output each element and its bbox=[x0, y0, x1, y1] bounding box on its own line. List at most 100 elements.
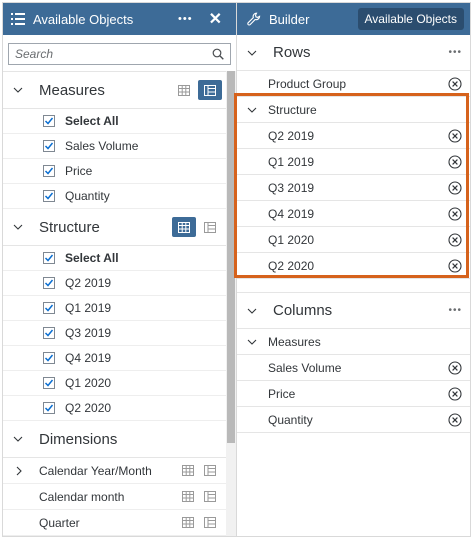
remove-circle-icon[interactable] bbox=[448, 76, 462, 91]
remove-circle-icon[interactable] bbox=[448, 386, 462, 401]
rows-structure-label: Structure bbox=[268, 102, 317, 117]
checkbox-label: Q3 2019 bbox=[65, 326, 112, 340]
dimension-item-calendar-month[interactable]: Calendar month bbox=[3, 484, 226, 510]
checkbox-label: Q4 2019 bbox=[65, 351, 112, 365]
column-view-icon bbox=[204, 517, 216, 528]
dimension-view-toggle bbox=[176, 487, 220, 507]
dimension-label: Calendar month bbox=[39, 489, 125, 504]
remove-circle-icon[interactable] bbox=[448, 412, 462, 427]
search-icon[interactable] bbox=[212, 48, 224, 60]
chevron-down-icon[interactable] bbox=[13, 434, 23, 444]
columns-label: Columns bbox=[273, 302, 333, 319]
measures-section-header[interactable]: Measures bbox=[3, 72, 226, 109]
remove-circle-icon[interactable] bbox=[448, 128, 462, 143]
columns-measure-item[interactable]: Quantity bbox=[237, 407, 470, 433]
rows-structure-item[interactable]: Q1 2020 bbox=[237, 227, 470, 253]
column-view-button[interactable] bbox=[200, 461, 220, 481]
column-view-button[interactable] bbox=[200, 513, 220, 533]
available-objects-header: Available Objects ••• ✕ bbox=[3, 3, 236, 35]
measure-item-price[interactable]: Price bbox=[3, 159, 226, 184]
rows-item-product-group[interactable]: Product Group bbox=[237, 71, 470, 97]
chevron-down-icon[interactable] bbox=[247, 306, 257, 316]
checkbox-icon[interactable] bbox=[43, 190, 55, 202]
remove-circle-icon[interactable] bbox=[448, 360, 462, 375]
chevron-down-icon[interactable] bbox=[13, 85, 23, 95]
checkbox-icon[interactable] bbox=[43, 352, 55, 364]
structure-label: Structure bbox=[39, 218, 100, 236]
structure-section-header[interactable]: Structure bbox=[3, 209, 226, 246]
structure-item[interactable]: Q2 2019 bbox=[3, 271, 226, 296]
checkbox-icon[interactable] bbox=[43, 402, 55, 414]
search-box[interactable] bbox=[8, 43, 231, 65]
rows-structure-item[interactable]: Q4 2019 bbox=[237, 201, 470, 227]
columns-section-header[interactable]: Columns ••• bbox=[237, 293, 470, 329]
chevron-down-icon[interactable] bbox=[13, 222, 23, 232]
rows-structure-item[interactable]: Q2 2020 bbox=[237, 253, 470, 279]
chevron-down-icon[interactable] bbox=[247, 337, 257, 347]
table-view-button[interactable] bbox=[178, 513, 198, 533]
dimension-item-calendar-year-month[interactable]: Calendar Year/Month bbox=[3, 458, 226, 484]
measures-select-all[interactable]: Select All bbox=[3, 109, 226, 134]
remove-circle-icon[interactable] bbox=[448, 232, 462, 247]
chevron-right-icon[interactable] bbox=[15, 466, 25, 476]
available-objects-button[interactable]: Available Objects bbox=[357, 8, 464, 30]
checkbox-icon[interactable] bbox=[43, 327, 55, 339]
rows-structure-header[interactable]: Structure bbox=[237, 97, 470, 123]
scrollbar-thumb[interactable] bbox=[227, 71, 235, 443]
remove-circle-icon[interactable] bbox=[448, 180, 462, 195]
table-view-button[interactable] bbox=[178, 487, 198, 507]
measure-item-sales-volume[interactable]: Sales Volume bbox=[3, 134, 226, 159]
column-view-button[interactable] bbox=[198, 217, 222, 237]
chevron-down-icon[interactable] bbox=[247, 48, 257, 58]
checkbox-icon[interactable] bbox=[43, 115, 55, 127]
structure-item[interactable]: Q1 2020 bbox=[3, 371, 226, 396]
structure-select-all[interactable]: Select All bbox=[3, 246, 226, 271]
checkbox-icon[interactable] bbox=[43, 277, 55, 289]
search-input[interactable] bbox=[15, 47, 212, 61]
dimension-item-quarter[interactable]: Quarter bbox=[3, 510, 226, 536]
structure-item[interactable]: Q2 2020 bbox=[3, 396, 226, 421]
rows-structure-item[interactable]: Q1 2019 bbox=[237, 149, 470, 175]
remove-circle-icon[interactable] bbox=[448, 154, 462, 169]
available-objects-list: Measures Select All Sales Volume Price Q… bbox=[3, 71, 226, 536]
rows-section-header[interactable]: Rows ••• bbox=[237, 35, 470, 71]
remove-circle-icon[interactable] bbox=[448, 258, 462, 273]
checkbox-icon[interactable] bbox=[43, 377, 55, 389]
columns-item-label: Sales Volume bbox=[268, 360, 342, 375]
chevron-down-icon[interactable] bbox=[247, 105, 257, 115]
table-view-icon bbox=[182, 465, 194, 476]
columns-measures-header[interactable]: Measures bbox=[237, 329, 470, 355]
structure-item[interactable]: Q4 2019 bbox=[3, 346, 226, 371]
checkbox-label: Q1 2020 bbox=[65, 376, 112, 390]
scrollbar[interactable] bbox=[226, 71, 236, 536]
structure-item[interactable]: Q1 2019 bbox=[3, 296, 226, 321]
columns-measure-item[interactable]: Price bbox=[237, 381, 470, 407]
checkbox-label: Q2 2020 bbox=[65, 401, 112, 415]
remove-circle-icon[interactable] bbox=[448, 206, 462, 221]
measure-item-quantity[interactable]: Quantity bbox=[3, 184, 226, 209]
column-view-button[interactable] bbox=[198, 80, 222, 100]
dimensions-section-header[interactable]: Dimensions bbox=[3, 421, 226, 458]
rows-structure-item[interactable]: Q2 2019 bbox=[237, 123, 470, 149]
column-view-icon bbox=[204, 84, 216, 96]
rows-item-label: Q3 2019 bbox=[268, 180, 315, 195]
table-view-button[interactable] bbox=[172, 80, 196, 100]
close-icon[interactable]: ✕ bbox=[209, 9, 222, 29]
column-view-button[interactable] bbox=[200, 487, 220, 507]
measures-view-toggle bbox=[170, 80, 222, 100]
checkbox-icon[interactable] bbox=[43, 252, 55, 264]
checkbox-icon[interactable] bbox=[43, 302, 55, 314]
table-view-button[interactable] bbox=[172, 217, 196, 237]
table-view-button[interactable] bbox=[178, 461, 198, 481]
rows-structure-item[interactable]: Q3 2019 bbox=[237, 175, 470, 201]
checkbox-icon[interactable] bbox=[43, 140, 55, 152]
structure-item[interactable]: Q3 2019 bbox=[3, 321, 226, 346]
dimension-view-toggle bbox=[176, 513, 220, 533]
more-icon[interactable]: ••• bbox=[448, 47, 462, 58]
columns-measure-item[interactable]: Sales Volume bbox=[237, 355, 470, 381]
more-icon[interactable]: ••• bbox=[178, 13, 193, 25]
dimensions-label: Dimensions bbox=[39, 430, 118, 448]
rows-item-label: Q1 2020 bbox=[268, 232, 315, 247]
more-icon[interactable]: ••• bbox=[448, 305, 462, 316]
checkbox-icon[interactable] bbox=[43, 165, 55, 177]
